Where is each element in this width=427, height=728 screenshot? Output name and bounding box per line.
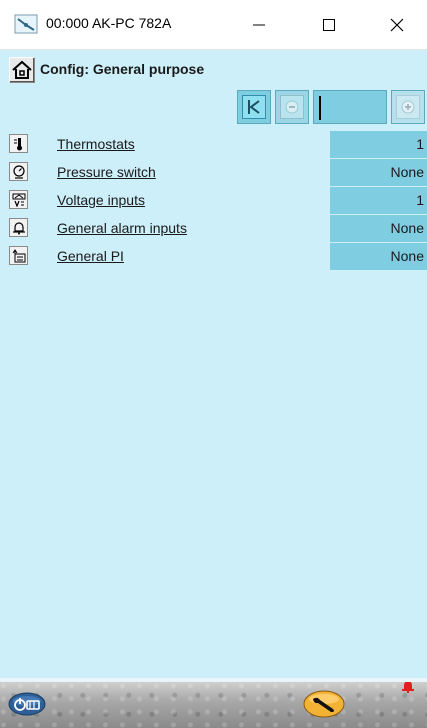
list-item-label[interactable]: Pressure switch: [57, 164, 156, 180]
previous-page-icon: [285, 100, 299, 114]
first-page-button[interactable]: [237, 90, 271, 124]
text-cursor: [319, 96, 321, 120]
home-button[interactable]: [9, 57, 35, 83]
maximize-button[interactable]: [303, 0, 355, 50]
list-item-general-pi[interactable]: General PI None: [0, 243, 427, 270]
list-item-label[interactable]: Thermostats: [57, 136, 135, 152]
pi-controller-icon: [9, 246, 28, 265]
close-button[interactable]: [371, 0, 423, 50]
wrench-service-icon: [303, 690, 345, 718]
window-title-bar: 00:000 AK-PC 782A: [0, 0, 427, 50]
window-title: 00:000 AK-PC 782A: [46, 15, 172, 31]
page-navigation: [237, 90, 427, 126]
page-title: Config: General purpose: [40, 61, 205, 77]
previous-page-button[interactable]: [275, 90, 309, 124]
alarm-bell-red-icon: [402, 682, 414, 694]
footer-bar: [0, 682, 427, 728]
list-item-value[interactable]: None: [330, 159, 427, 186]
alarm-indicator[interactable]: [401, 682, 415, 698]
list-item-pressure-switch[interactable]: Pressure switch None: [0, 159, 427, 186]
minimize-button[interactable]: [233, 0, 285, 50]
page-header: Config: General purpose: [0, 55, 427, 85]
service-button[interactable]: [303, 690, 345, 723]
list-item-general-alarm-inputs[interactable]: General alarm inputs None: [0, 215, 427, 242]
list-item-value[interactable]: None: [330, 215, 427, 242]
voltage-meter-icon: [9, 190, 28, 209]
thermometer-icon: [9, 134, 28, 153]
next-page-icon: [401, 100, 415, 114]
device-toggle-button[interactable]: [8, 692, 46, 721]
minimize-icon: [253, 24, 265, 26]
list-item-value[interactable]: None: [330, 243, 427, 270]
list-item-label[interactable]: General PI: [57, 248, 124, 264]
page-number-field[interactable]: [313, 90, 387, 124]
list-item-thermostats[interactable]: Thermostats 1: [0, 131, 427, 158]
pressure-gauge-icon: [9, 162, 28, 181]
list-item-value[interactable]: 1: [330, 131, 427, 158]
config-list: Thermostats 1 Pressure switch None Volta…: [0, 131, 427, 271]
home-icon: [12, 60, 32, 79]
list-item-voltage-inputs[interactable]: Voltage inputs 1: [0, 187, 427, 214]
first-page-icon: [248, 100, 260, 114]
close-icon: [390, 18, 404, 32]
app-plug-icon: [14, 14, 38, 34]
list-item-value[interactable]: 1: [330, 187, 427, 214]
alarm-bell-icon: [9, 218, 28, 237]
list-item-label[interactable]: Voltage inputs: [57, 192, 145, 208]
next-page-button[interactable]: [391, 90, 425, 124]
list-item-label[interactable]: General alarm inputs: [57, 220, 187, 236]
maximize-icon: [323, 19, 335, 31]
device-toggle-icon: [8, 692, 46, 716]
